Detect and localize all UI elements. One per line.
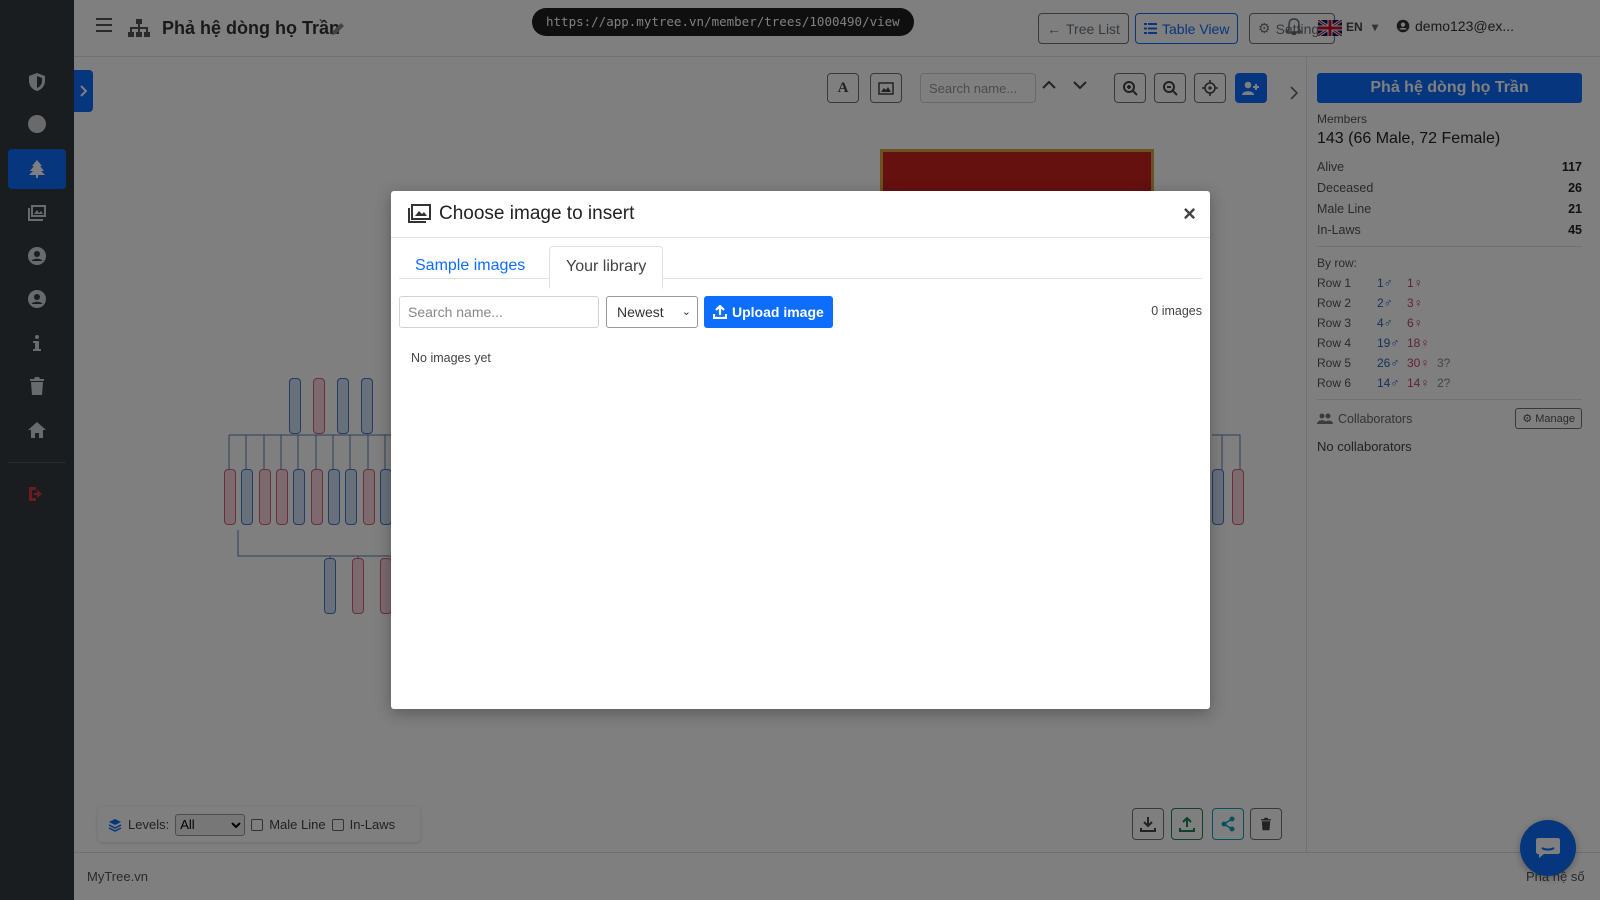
choose-image-modal: Choose image to insert × Sample images Y… [391, 191, 1210, 709]
image-count: 0 images [1151, 304, 1202, 318]
sort-value: Newest [617, 304, 664, 320]
tab-your-library[interactable]: Your library [549, 246, 664, 289]
sort-select[interactable]: Newest ⌄ [606, 296, 698, 328]
library-search-input[interactable]: Search name... [399, 296, 599, 328]
images-icon [408, 204, 431, 223]
modal-header: Choose image to insert [391, 191, 1210, 238]
upload-label: Upload image [732, 304, 824, 320]
image-source-tabs: Sample images Your library [399, 246, 1202, 289]
modal-title: Choose image to insert [439, 203, 635, 224]
chevron-down-icon: ⌄ [681, 306, 691, 318]
tab-sample-images[interactable]: Sample images [399, 246, 541, 288]
close-icon[interactable]: × [1183, 201, 1196, 227]
empty-state-text: No images yet [411, 351, 491, 365]
upload-icon [713, 305, 727, 319]
upload-image-button[interactable]: Upload image [704, 296, 833, 328]
